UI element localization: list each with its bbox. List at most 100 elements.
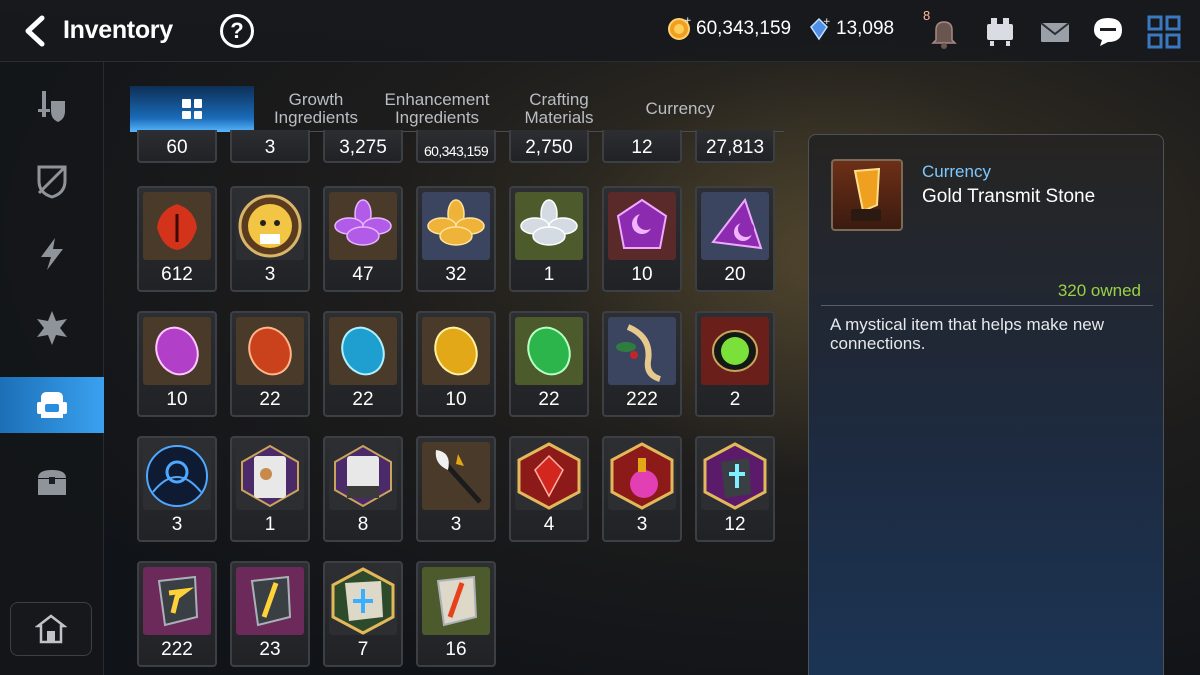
nav-inventory[interactable] — [0, 377, 104, 433]
divider — [821, 305, 1153, 306]
crystal-currency[interactable]: + 13,098 — [807, 17, 894, 41]
help-button[interactable]: ? — [220, 14, 254, 48]
item-count: 3 — [264, 137, 276, 158]
nav-artifacts[interactable] — [0, 152, 104, 208]
item-slot[interactable]: 7 — [323, 561, 403, 667]
item-count: 3,275 — [339, 137, 387, 158]
item-slot[interactable]: 3 — [416, 436, 496, 542]
chat-icon[interactable] — [1090, 14, 1126, 50]
green-rune-stone-icon — [515, 317, 583, 385]
yellow-slash-shard-icon — [236, 567, 304, 635]
item-slot[interactable]: 3 — [230, 186, 310, 292]
item-count: 2,750 — [525, 137, 573, 158]
item-slot[interactable]: 12 — [602, 130, 682, 163]
side-navigation — [0, 62, 104, 675]
tab-currency[interactable]: Currency — [624, 86, 736, 132]
item-slot[interactable]: 20 — [695, 186, 775, 292]
tab-growth-ingredients[interactable]: Growth Ingredients — [260, 86, 372, 132]
item-slot[interactable]: 27,813 — [695, 130, 775, 163]
item-count: 10 — [631, 264, 653, 285]
item-count: 16 — [445, 639, 467, 660]
red-crystal-hexagon-icon — [515, 442, 583, 510]
tab-enhancement-ingredients[interactable]: Enhancement Ingredients — [380, 86, 494, 132]
item-slot[interactable]: 10 — [602, 186, 682, 292]
item-count: 20 — [724, 264, 746, 285]
item-count: 222 — [626, 389, 658, 410]
guild-banner-icon[interactable] — [982, 14, 1018, 50]
item-slot[interactable]: 23 — [230, 561, 310, 667]
item-count: 3 — [264, 264, 276, 285]
item-slot[interactable]: 3,275 — [323, 130, 403, 163]
crystal-icon: + — [810, 17, 831, 41]
item-name: Gold Transmit Stone — [922, 186, 1096, 207]
item-count: 47 — [352, 264, 374, 285]
pet-food-bag-icon — [329, 442, 397, 510]
red-leaf-emblem-icon — [143, 192, 211, 260]
item-slot[interactable]: 3 — [602, 436, 682, 542]
tab-all[interactable] — [130, 86, 254, 132]
item-slot[interactable]: 47 — [323, 186, 403, 292]
item-category: Currency — [922, 162, 991, 181]
item-slot[interactable]: 8 — [323, 436, 403, 542]
bell-icon[interactable] — [926, 14, 962, 50]
blue-rune-stone-icon — [329, 317, 397, 385]
item-count: 10 — [166, 389, 188, 410]
owned-count: 320 owned — [1057, 281, 1141, 300]
gold-currency[interactable]: + 60,343,159 — [667, 17, 791, 41]
item-count: 612 — [161, 264, 193, 285]
item-slot[interactable]: 12 — [695, 436, 775, 542]
item-slot[interactable]: 22 — [509, 311, 589, 417]
item-slot[interactable]: 2 — [695, 311, 775, 417]
sword-shield-icon — [38, 91, 65, 122]
blue-magic-circle-icon — [143, 442, 211, 510]
menu-grid-icon[interactable] — [1146, 14, 1182, 50]
item-slot[interactable]: 60,343,159 — [416, 130, 496, 163]
item-slot[interactable]: 10 — [416, 311, 496, 417]
red-slash-stone-icon — [422, 567, 490, 635]
item-count: 222 — [161, 639, 193, 660]
nav-skills[interactable] — [0, 226, 104, 282]
item-count: 32 — [445, 264, 467, 285]
lightning-icon — [41, 238, 63, 270]
back-arrow-icon[interactable] — [18, 14, 52, 48]
item-count: 2 — [729, 389, 741, 410]
yellow-rune-stone-icon — [422, 317, 490, 385]
nav-equipment[interactable] — [0, 78, 104, 134]
item-slot[interactable]: 2,750 — [509, 130, 589, 163]
page-title: Inventory — [63, 16, 173, 44]
notification-badge: 8 — [923, 8, 931, 23]
item-slot[interactable]: 16 — [416, 561, 496, 667]
item-count: 4 — [543, 514, 555, 535]
pink-potion-icon — [608, 442, 676, 510]
item-count: 60 — [166, 137, 188, 158]
nav-storage[interactable] — [0, 454, 104, 510]
mail-icon[interactable] — [1037, 14, 1073, 50]
item-slot[interactable]: 1 — [509, 186, 589, 292]
item-slot[interactable]: 22 — [230, 311, 310, 417]
silver-lotus-icon — [515, 192, 583, 260]
item-slot[interactable]: 60 — [137, 130, 217, 163]
nav-runes[interactable] — [0, 300, 104, 356]
item-slot[interactable]: 32 — [416, 186, 496, 292]
green-orb-icon — [701, 317, 769, 385]
item-slot[interactable]: 3 — [230, 130, 310, 163]
lobby-button[interactable] — [10, 602, 92, 656]
pet-food-bag-icon — [236, 442, 304, 510]
purple-moon-gem-icon — [608, 192, 676, 260]
tab-crafting-materials[interactable]: Crafting Materials — [504, 86, 614, 132]
item-slot[interactable]: 222 — [137, 561, 217, 667]
item-slot[interactable]: 10 — [137, 311, 217, 417]
item-slot[interactable]: 1 — [230, 436, 310, 542]
item-slot[interactable]: 612 — [137, 186, 217, 292]
svg-text:+: + — [684, 17, 691, 26]
item-slot[interactable]: 4 — [509, 436, 589, 542]
item-slot[interactable]: 222 — [602, 311, 682, 417]
chick-portrait-icon — [236, 192, 304, 260]
feather-staff-icon — [422, 442, 490, 510]
item-count: 12 — [724, 514, 746, 535]
broken-shield-icon — [37, 165, 67, 199]
item-slot[interactable]: 22 — [323, 311, 403, 417]
item-slot[interactable]: 3 — [137, 436, 217, 542]
inventory-tabs: Growth Ingredients Enhancement Ingredien… — [130, 86, 784, 132]
item-count: 22 — [352, 389, 374, 410]
